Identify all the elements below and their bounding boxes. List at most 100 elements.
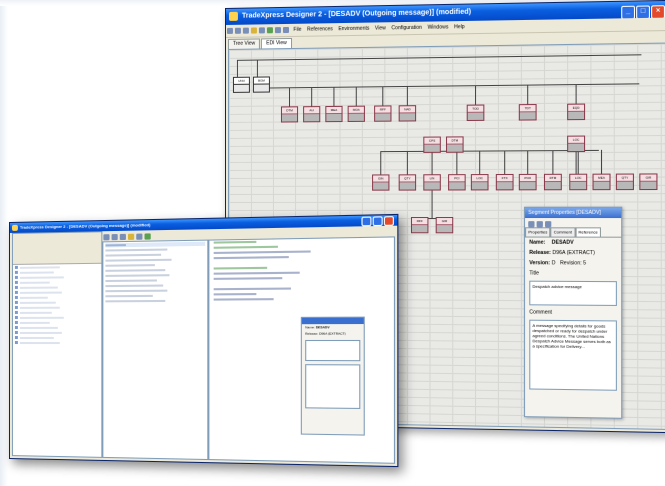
tree-label — [19, 336, 54, 339]
segment-properties-panel[interactable]: Segment Properties [DESADV] Properties Co… — [524, 206, 623, 419]
tree-row[interactable] — [14, 300, 99, 305]
tree-row[interactable] — [14, 310, 99, 315]
comment-label: Comment — [529, 309, 553, 316]
connector-line — [577, 150, 579, 175]
tree-row[interactable] — [14, 315, 99, 320]
list-row[interactable] — [105, 288, 205, 293]
node-icon — [14, 315, 18, 319]
designer-window-secondary[interactable]: TradeXpress Designer 2 - [DESADV (Outgoi… — [9, 213, 399, 468]
segment-node[interactable]: MEA — [325, 105, 343, 123]
tab-comment[interactable]: Comment — [550, 227, 576, 237]
segment-node[interactable]: MEA — [592, 173, 611, 191]
list-row[interactable] — [105, 299, 205, 304]
tree-row[interactable] — [14, 325, 99, 330]
comment-field[interactable]: A message specifying details for goods d… — [529, 319, 617, 391]
segment-node[interactable]: GIN — [372, 174, 390, 191]
title-field[interactable]: Despatch advice message — [529, 280, 617, 306]
segment-node[interactable]: PCI — [448, 174, 466, 191]
tree-row[interactable] — [14, 295, 99, 300]
segment-node[interactable]: LOC — [569, 173, 588, 191]
project-explorer-panel[interactable] — [11, 231, 103, 458]
segment-node[interactable]: FTX — [495, 173, 514, 191]
refresh-icon[interactable] — [144, 233, 151, 240]
release-label: Release: — [529, 249, 551, 257]
segment-node[interactable]: BGM — [252, 76, 270, 93]
segment-node[interactable]: UNH — [232, 76, 250, 93]
tree-row[interactable] — [14, 280, 99, 285]
tree-row[interactable] — [14, 330, 99, 335]
close-button[interactable] — [383, 216, 394, 226]
menu-environments[interactable]: Environments — [338, 23, 369, 36]
tab-properties[interactable]: Properties — [525, 227, 551, 237]
segment-node[interactable]: DTM — [446, 136, 464, 153]
print-icon[interactable] — [136, 233, 143, 240]
menu-view[interactable]: View — [375, 22, 386, 34]
code-stub — [213, 293, 257, 296]
segment-node[interactable]: GIR — [639, 173, 658, 191]
tab-edi-view[interactable]: EDI View — [261, 37, 292, 49]
segment-node[interactable]: MOA — [347, 105, 365, 122]
segment-node[interactable]: RFF — [410, 217, 429, 234]
menu-configuration[interactable]: Configuration — [391, 22, 422, 35]
copy-icon[interactable] — [282, 26, 290, 34]
print-icon[interactable] — [258, 27, 265, 34]
segment-node[interactable]: CPS — [423, 136, 441, 153]
tree-label — [19, 271, 54, 274]
folder-icon[interactable] — [127, 233, 135, 240]
maximize-button[interactable] — [372, 216, 383, 227]
tree-row[interactable] — [14, 285, 99, 290]
segment-node[interactable]: TDT — [518, 104, 537, 121]
list-row[interactable] — [105, 293, 205, 298]
code-stub — [213, 256, 289, 260]
segment-node[interactable]: PCD — [518, 173, 537, 191]
segment-properties-panel-mini[interactable]: Name: DESADV Release: D96A (EXTRACT) — [300, 316, 365, 436]
menu-file[interactable]: File — [293, 24, 301, 36]
segment-node[interactable]: QTY — [615, 173, 634, 191]
cut-icon[interactable] — [274, 27, 281, 34]
segment-node[interactable]: QTY — [398, 174, 417, 191]
segment-node[interactable]: NAD — [398, 105, 417, 122]
refresh-icon[interactable] — [266, 27, 273, 34]
comment-field[interactable] — [305, 364, 361, 409]
open-icon[interactable] — [111, 234, 118, 241]
segment-node[interactable]: DTM — [543, 173, 562, 191]
segment-node[interactable]: LOC — [470, 174, 489, 191]
connector-line — [575, 84, 577, 105]
tree-row[interactable] — [14, 341, 99, 345]
segment-node[interactable]: LOC — [567, 135, 586, 153]
tree-row[interactable] — [14, 290, 99, 295]
segment-body — [399, 182, 416, 190]
save-icon[interactable] — [242, 27, 249, 34]
tree-row[interactable] — [14, 320, 99, 325]
menu-windows[interactable]: Windows — [427, 21, 448, 34]
segment-body — [496, 182, 513, 190]
segment-body — [568, 111, 585, 120]
segment-node[interactable]: DTM — [280, 106, 299, 123]
tab-tree-view[interactable]: Tree View — [227, 38, 261, 49]
segment-node[interactable]: GIR — [435, 217, 454, 234]
segment-label: RFF — [412, 218, 428, 226]
minimize-button[interactable] — [361, 216, 372, 227]
list-cell — [105, 258, 172, 262]
segment-node[interactable]: RFF — [374, 105, 392, 122]
title-field[interactable] — [305, 339, 361, 362]
new-icon[interactable] — [226, 27, 233, 34]
revision-label: Revision: — [559, 260, 582, 267]
tab-reference[interactable]: Reference — [575, 227, 602, 237]
save-icon[interactable] — [119, 233, 126, 241]
segment-list-panel[interactable] — [102, 239, 209, 461]
menu-help[interactable]: Help — [454, 21, 465, 33]
segment-body — [570, 181, 587, 190]
segment-node[interactable]: ALI — [303, 106, 321, 123]
menu-references[interactable]: References — [307, 23, 333, 36]
segment-node[interactable]: EQD — [567, 103, 586, 121]
new-icon[interactable] — [103, 234, 110, 241]
connector-line — [431, 150, 433, 176]
tree-row[interactable] — [14, 305, 99, 310]
segment-node[interactable]: LIN — [423, 174, 441, 191]
folder-icon[interactable] — [250, 27, 257, 34]
segment-node[interactable]: TOD — [466, 104, 485, 122]
list-row[interactable] — [105, 283, 205, 288]
open-icon[interactable] — [234, 27, 241, 34]
tree-row[interactable] — [14, 335, 99, 340]
